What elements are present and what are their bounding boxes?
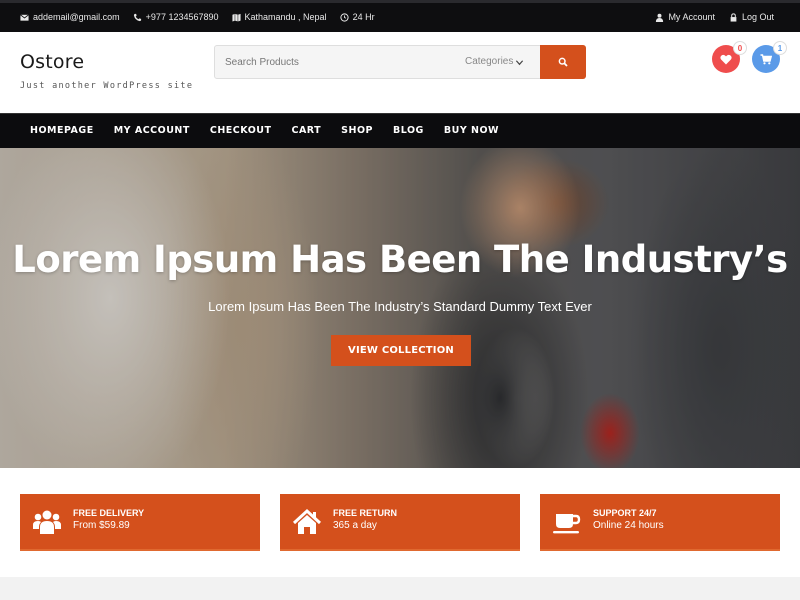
lock-icon	[730, 12, 737, 22]
feature-subtitle: Online 24 hours	[593, 520, 664, 531]
nav-item-cart[interactable]: CART	[291, 125, 321, 136]
view-collection-button[interactable]: VIEW COLLECTION	[331, 335, 471, 366]
main-navigation: HOMEPAGE MY ACCOUNT CHECKOUT CART SHOP B…	[0, 113, 800, 148]
site-tagline: Just another WordPress site	[20, 81, 194, 91]
feature-title: FREE DELIVERY	[73, 508, 145, 518]
hours-text: 24 Hr	[352, 12, 375, 22]
feature-title: SUPPORT 24/7	[593, 508, 657, 518]
users-icon	[33, 510, 61, 534]
logout-text: Log Out	[741, 12, 774, 22]
wishlist-button[interactable]: 0	[712, 41, 747, 73]
feature-subtitle: 365 a day	[333, 520, 377, 531]
nav-item-buy-now[interactable]: BUY NOW	[444, 125, 499, 136]
home-icon	[292, 508, 322, 534]
feature-title: FREE RETURN	[333, 508, 398, 518]
nav-item-shop[interactable]: SHOP	[341, 125, 373, 136]
chevron-down-icon	[516, 59, 524, 65]
hero-banner: Lorem Ipsum Has Been The Industry’s Lore…	[0, 148, 800, 468]
my-account-text: My Account	[668, 12, 715, 22]
opening-hours: 24 Hr	[339, 12, 375, 22]
cart-icon	[760, 53, 772, 64]
nav-item-checkout[interactable]: CHECKOUT	[210, 125, 272, 136]
clock-icon	[339, 12, 349, 22]
map-icon	[231, 13, 241, 22]
wishlist-count-badge: 0	[733, 41, 747, 55]
cart-count-badge: 1	[773, 41, 787, 55]
site-header: Ostore Just another WordPress site Categ…	[0, 32, 800, 113]
contact-location: Kathamandu , Nepal	[231, 12, 327, 22]
feature-subtitle: From $59.89	[73, 520, 130, 531]
search-button[interactable]	[540, 45, 586, 79]
coffee-icon	[553, 514, 581, 534]
email-text: addemail@gmail.com	[33, 12, 120, 22]
heart-icon	[720, 54, 732, 64]
next-section-background	[0, 577, 800, 600]
nav-item-my-account[interactable]: MY ACCOUNT	[114, 125, 190, 136]
categories-label: Categories	[465, 56, 514, 67]
envelope-icon	[20, 13, 29, 21]
nav-item-blog[interactable]: BLOG	[393, 125, 424, 136]
features-section: FREE DELIVERY From $59.89 FREE RETURN 36…	[0, 468, 800, 578]
my-account-link[interactable]: My Account	[655, 12, 715, 22]
hero-subtitle: Lorem Ipsum Has Been The Industry’s Stan…	[208, 299, 592, 314]
feature-free-delivery: FREE DELIVERY From $59.89	[20, 494, 260, 551]
feature-free-return: FREE RETURN 365 a day	[280, 494, 520, 551]
categories-dropdown[interactable]: Categories	[465, 46, 524, 78]
cart-button[interactable]: 1	[752, 41, 787, 73]
feature-support: SUPPORT 24/7 Online 24 hours	[540, 494, 780, 551]
search-icon	[558, 57, 568, 67]
phone-text: +977 1234567890	[145, 12, 219, 22]
logout-link[interactable]: Log Out	[729, 12, 774, 22]
top-bar: addemail@gmail.com +977 1234567890 Katha…	[0, 0, 800, 32]
user-icon	[656, 13, 664, 22]
hero-title: Lorem Ipsum Has Been The Industry’s	[12, 238, 788, 281]
search-input[interactable]	[215, 46, 455, 78]
contact-phone[interactable]: +977 1234567890	[133, 12, 219, 22]
site-logo[interactable]: Ostore	[20, 51, 84, 73]
location-text: Kathamandu , Nepal	[244, 12, 327, 22]
search-bar: Categories	[214, 45, 586, 79]
phone-icon	[133, 13, 141, 21]
contact-email[interactable]: addemail@gmail.com	[20, 12, 120, 22]
nav-item-homepage[interactable]: HOMEPAGE	[30, 125, 94, 136]
